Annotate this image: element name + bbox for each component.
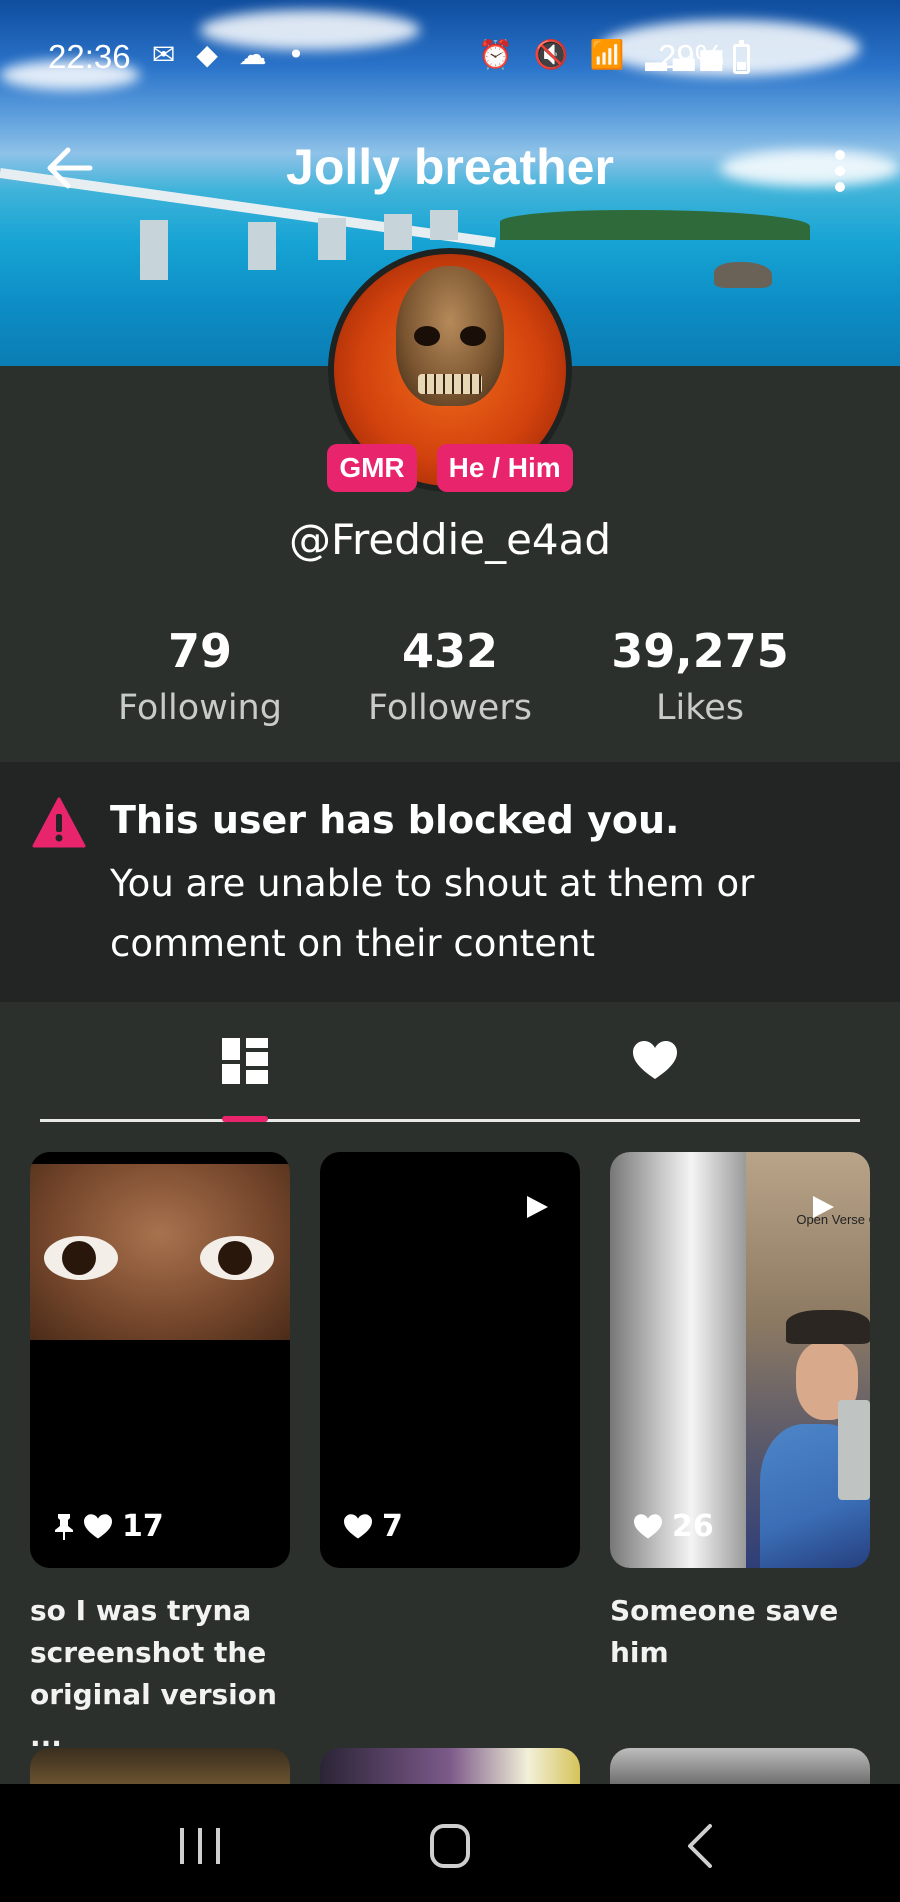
post-card[interactable] <box>30 1748 290 1784</box>
post-card[interactable] <box>320 1748 580 1784</box>
stat-label: Followers <box>368 688 532 728</box>
badge-tag: GMR <box>327 444 417 492</box>
like-count: 17 <box>122 1509 164 1544</box>
recent-apps-button[interactable] <box>160 1816 240 1876</box>
post-likes: 17 <box>54 1509 164 1544</box>
heart-icon <box>633 1041 677 1079</box>
post-caption[interactable]: so I was tryna screenshot the original v… <box>30 1590 300 1758</box>
post-thumbnail <box>30 1164 290 1340</box>
blocked-notice: This user has blocked you. You are unabl… <box>0 762 900 1002</box>
like-count: 26 <box>672 1509 714 1544</box>
tab-liked[interactable] <box>450 1002 860 1120</box>
notification-icons: ✉ ◆ ☁ • <box>152 38 311 71</box>
heart-icon <box>84 1513 112 1538</box>
nav-back-button[interactable] <box>660 1816 740 1876</box>
profile-tabs <box>40 1002 860 1122</box>
heart-icon <box>634 1513 662 1538</box>
post-card[interactable]: 17 <box>30 1152 290 1568</box>
pin-icon <box>55 1513 73 1540</box>
stat-value: 432 <box>401 624 499 678</box>
heart-icon <box>344 1513 372 1538</box>
post-card[interactable]: 7 <box>320 1152 580 1568</box>
post-likes: 7 <box>344 1509 403 1544</box>
more-options-button[interactable] <box>820 140 860 200</box>
post-card[interactable]: Open Verse C 26 <box>610 1152 870 1568</box>
battery-percent: 29% <box>658 38 725 75</box>
post-likes: 26 <box>634 1509 714 1544</box>
stat-value: 39,275 <box>611 624 789 678</box>
post-card[interactable] <box>610 1748 870 1784</box>
profile-badges: GMR He / Him <box>0 444 900 492</box>
stat-followers[interactable]: 432 Followers <box>325 624 575 728</box>
tab-divider <box>40 1119 860 1122</box>
blocked-message: You are unable to shout at them or comme… <box>110 862 755 965</box>
blocked-title: This user has blocked you. <box>110 798 680 842</box>
recent-apps-icon <box>180 1828 220 1864</box>
stat-label: Likes <box>655 688 744 728</box>
badge-pronouns: He / Him <box>436 444 573 492</box>
more-vertical-icon <box>835 150 845 160</box>
play-icon <box>527 1196 548 1218</box>
back-icon <box>688 1824 712 1868</box>
active-tab-indicator <box>222 1116 268 1122</box>
like-count: 7 <box>382 1509 403 1544</box>
stat-value: 79 <box>167 624 232 678</box>
status-bar: 22:36 ✉ ◆ ☁ • ⏰ 🔇 📶 ▂▃▅ 29% <box>0 0 900 118</box>
system-nav-bar <box>0 1784 900 1902</box>
status-time: 22:36 <box>48 38 131 75</box>
video-overlay-text: Open Verse C <box>796 1212 870 1227</box>
post-caption[interactable]: Someone save him <box>610 1590 880 1674</box>
battery-icon <box>733 40 750 74</box>
username: @Freddie_e4ad <box>288 515 612 564</box>
stat-likes: 39,275 Likes <box>575 624 825 728</box>
home-button[interactable] <box>410 1816 490 1876</box>
home-icon <box>430 1824 470 1868</box>
stat-following[interactable]: 79 Following <box>75 624 325 728</box>
grid-icon <box>222 1038 268 1084</box>
tab-posts[interactable] <box>40 1002 450 1120</box>
warning-icon <box>32 797 86 848</box>
page-title: Jolly breather <box>286 139 614 195</box>
stat-label: Following <box>118 688 282 728</box>
